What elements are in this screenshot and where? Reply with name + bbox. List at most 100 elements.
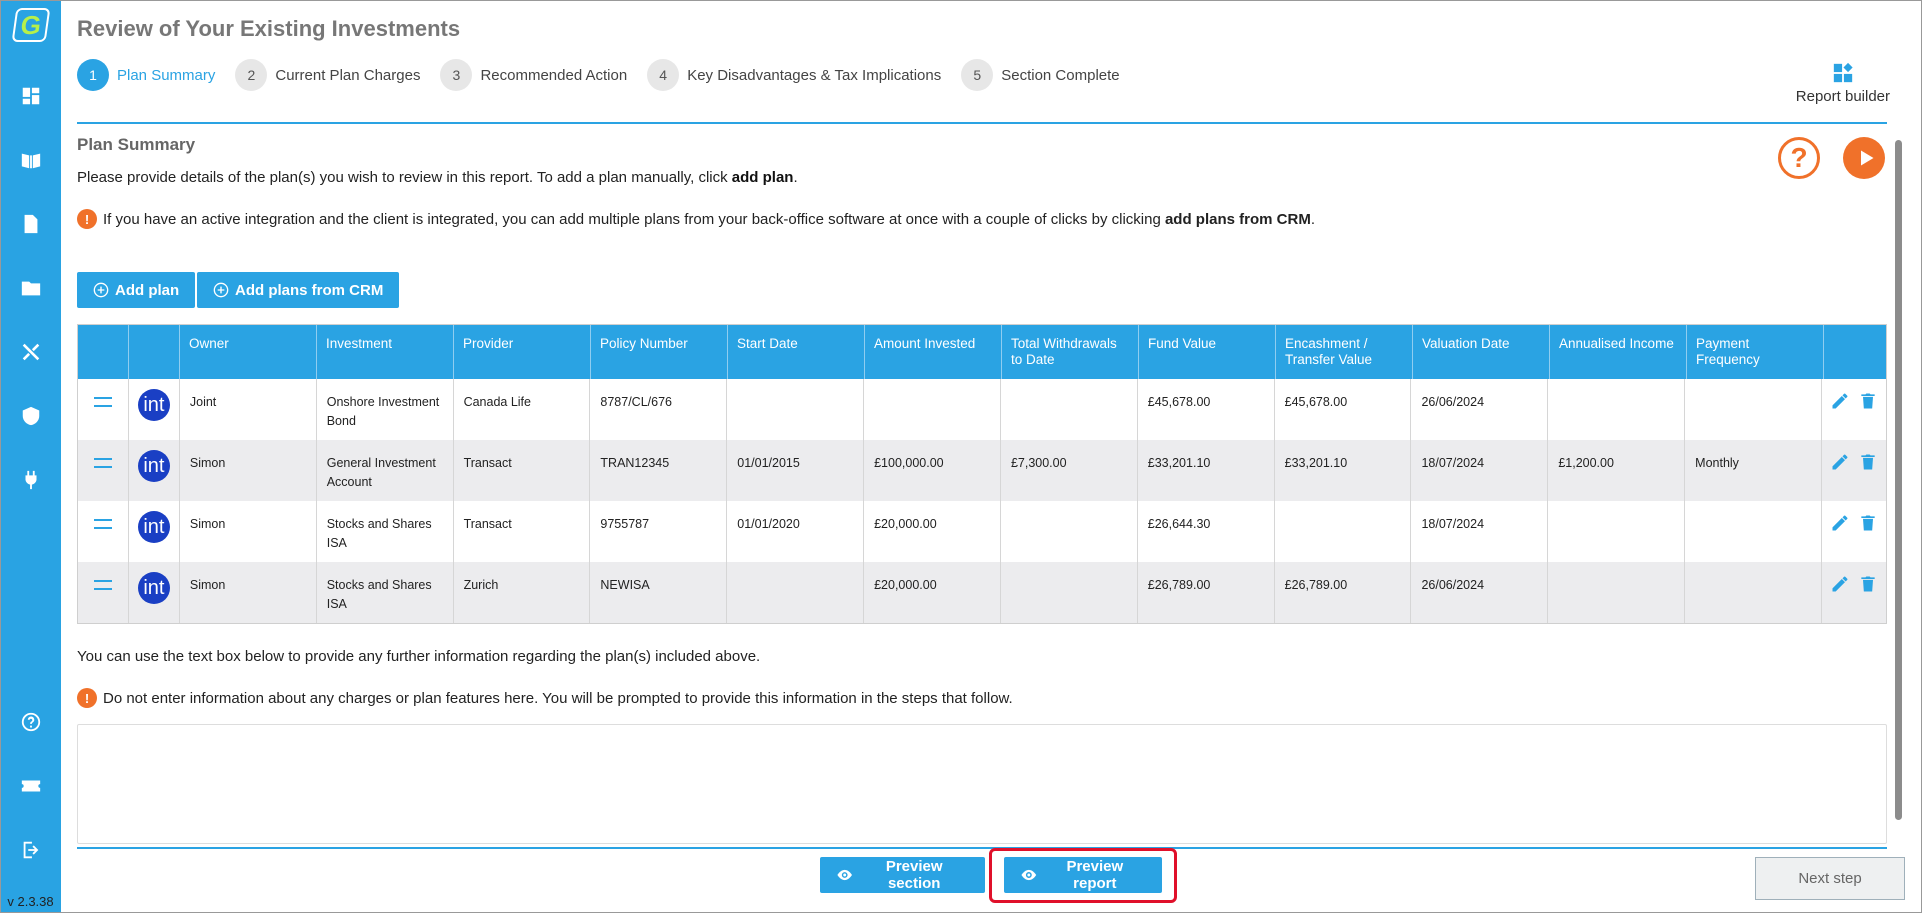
- step-label: Recommended Action: [480, 66, 628, 84]
- help-button[interactable]: ?: [1778, 137, 1820, 179]
- integration-logo: int: [137, 389, 170, 421]
- section-title: Plan Summary: [77, 135, 196, 154]
- cell-start-date: [727, 562, 865, 623]
- column-header[interactable]: Owner: [180, 325, 317, 379]
- provider-logo: int: [129, 440, 180, 501]
- delete-trash-icon[interactable]: [1858, 574, 1878, 594]
- help-circle-icon[interactable]: [0, 690, 61, 754]
- delete-trash-icon[interactable]: [1858, 452, 1878, 472]
- step-label: Current Plan Charges: [275, 66, 421, 84]
- cell-annualised-income: [1548, 562, 1686, 623]
- edit-pencil-icon[interactable]: [1830, 391, 1850, 411]
- cell-withdrawals: [1001, 501, 1138, 562]
- edit-pencil-icon[interactable]: [1830, 452, 1850, 472]
- step-number: 1: [77, 59, 109, 91]
- table-row: int Simon General Investment Account Tra…: [78, 440, 1886, 501]
- step-progress: 1 Plan Summary 2 Current Plan Charges 3 …: [77, 59, 1140, 91]
- charges-warning: ! Do not enter information about any cha…: [77, 688, 1013, 708]
- step-recommended-action[interactable]: 3 Recommended Action: [440, 59, 627, 91]
- step-label: Section Complete: [1001, 66, 1120, 84]
- column-header[interactable]: Investment: [317, 325, 454, 379]
- play-video-button[interactable]: [1843, 137, 1885, 179]
- cell-policy-number: TRAN12345: [590, 440, 728, 501]
- column-header[interactable]: Valuation Date: [1413, 325, 1550, 379]
- cell-fund-value: £26,644.30: [1138, 501, 1275, 562]
- column-header-drag: [78, 325, 129, 379]
- preview-section-button[interactable]: Preview section: [820, 857, 985, 893]
- delete-trash-icon[interactable]: [1858, 391, 1878, 411]
- cell-encashment-value: £33,201.10: [1275, 440, 1412, 501]
- scrollbar-thumb[interactable]: [1895, 140, 1902, 820]
- step-key-disadvantages[interactable]: 4 Key Disadvantages & Tax Implications: [647, 59, 941, 91]
- ticket-icon[interactable]: [0, 754, 61, 818]
- app-logo[interactable]: G: [11, 8, 50, 42]
- book-icon[interactable]: [0, 128, 61, 192]
- cell-encashment-value: £26,789.00: [1275, 562, 1412, 623]
- report-builder-button[interactable]: Report builder: [1796, 62, 1890, 106]
- integration-logo: int: [137, 450, 170, 482]
- shield-icon[interactable]: [0, 384, 61, 448]
- add-plan-button[interactable]: Add plan: [77, 272, 196, 308]
- cell-payment-frequency: [1685, 379, 1822, 440]
- column-header[interactable]: Payment Frequency: [1687, 325, 1824, 379]
- column-header[interactable]: Annualised Income: [1550, 325, 1687, 379]
- document-icon[interactable]: [0, 192, 61, 256]
- column-header[interactable]: Encashment / Transfer Value: [1276, 325, 1413, 379]
- drag-handle-icon: [93, 458, 112, 468]
- integration-logo: int: [137, 511, 170, 543]
- step-number: 5: [961, 59, 994, 91]
- next-step-button[interactable]: Next step: [1755, 857, 1905, 900]
- tools-icon[interactable]: [0, 320, 61, 384]
- drag-handle[interactable]: [78, 440, 129, 501]
- table-row: int Joint Onshore Investment Bond Canada…: [78, 379, 1886, 440]
- logout-icon[interactable]: [0, 818, 61, 882]
- column-header[interactable]: Amount Invested: [865, 325, 1002, 379]
- folder-icon[interactable]: [0, 256, 61, 320]
- info-icon: !: [77, 209, 97, 229]
- column-header[interactable]: Start Date: [728, 325, 865, 379]
- plus-circle-icon: [93, 282, 109, 298]
- cell-annualised-income: £1,200.00: [1548, 440, 1686, 501]
- cell-owner: Simon: [180, 562, 317, 623]
- column-header[interactable]: Fund Value: [1139, 325, 1276, 379]
- cell-provider: Transact: [454, 501, 591, 562]
- cell-valuation-date: 18/07/2024: [1411, 501, 1549, 562]
- column-header[interactable]: Provider: [454, 325, 591, 379]
- cell-start-date: 01/01/2015: [727, 440, 865, 501]
- intro-text: Please provide details of the plan(s) yo…: [77, 169, 798, 186]
- cell-investment: Stocks and Shares ISA: [317, 501, 454, 562]
- cell-fund-value: £26,789.00: [1138, 562, 1275, 623]
- drag-handle[interactable]: [78, 562, 129, 623]
- drag-handle[interactable]: [78, 501, 129, 562]
- step-number: 2: [235, 59, 268, 91]
- cell-owner: Simon: [180, 440, 317, 501]
- plug-icon[interactable]: [0, 448, 61, 512]
- step-current-plan-charges[interactable]: 2 Current Plan Charges: [235, 59, 420, 91]
- further-info-textbox[interactable]: [77, 724, 1887, 844]
- row-actions: [1822, 562, 1886, 623]
- footer-divider: [77, 847, 1887, 849]
- provider-logo: int: [129, 562, 180, 623]
- cell-valuation-date: 26/06/2024: [1411, 379, 1549, 440]
- delete-trash-icon[interactable]: [1858, 513, 1878, 533]
- step-plan-summary[interactable]: 1 Plan Summary: [77, 59, 215, 91]
- cell-start-date: 01/01/2020: [727, 501, 865, 562]
- cell-payment-frequency: [1685, 562, 1822, 623]
- add-plans-from-crm-button[interactable]: Add plans from CRM: [197, 272, 400, 308]
- cell-annualised-income: [1548, 379, 1686, 440]
- edit-pencil-icon[interactable]: [1830, 513, 1850, 533]
- table-row: int Simon Stocks and Shares ISA Zurich N…: [78, 562, 1886, 623]
- cell-investment: Onshore Investment Bond: [317, 379, 454, 440]
- page-title: Review of Your Existing Investments: [77, 16, 461, 41]
- column-header[interactable]: Total Withdrawals to Date: [1002, 325, 1139, 379]
- cell-owner: Simon: [180, 501, 317, 562]
- crm-info: ! If you have an active integration and …: [77, 209, 1315, 229]
- drag-handle-icon: [93, 397, 112, 407]
- cell-owner: Joint: [180, 379, 317, 440]
- edit-pencil-icon[interactable]: [1830, 574, 1850, 594]
- dashboard-icon[interactable]: [0, 64, 61, 128]
- column-header[interactable]: Policy Number: [591, 325, 728, 379]
- step-section-complete[interactable]: 5 Section Complete: [961, 59, 1120, 91]
- play-icon: [1860, 150, 1873, 166]
- drag-handle[interactable]: [78, 379, 129, 440]
